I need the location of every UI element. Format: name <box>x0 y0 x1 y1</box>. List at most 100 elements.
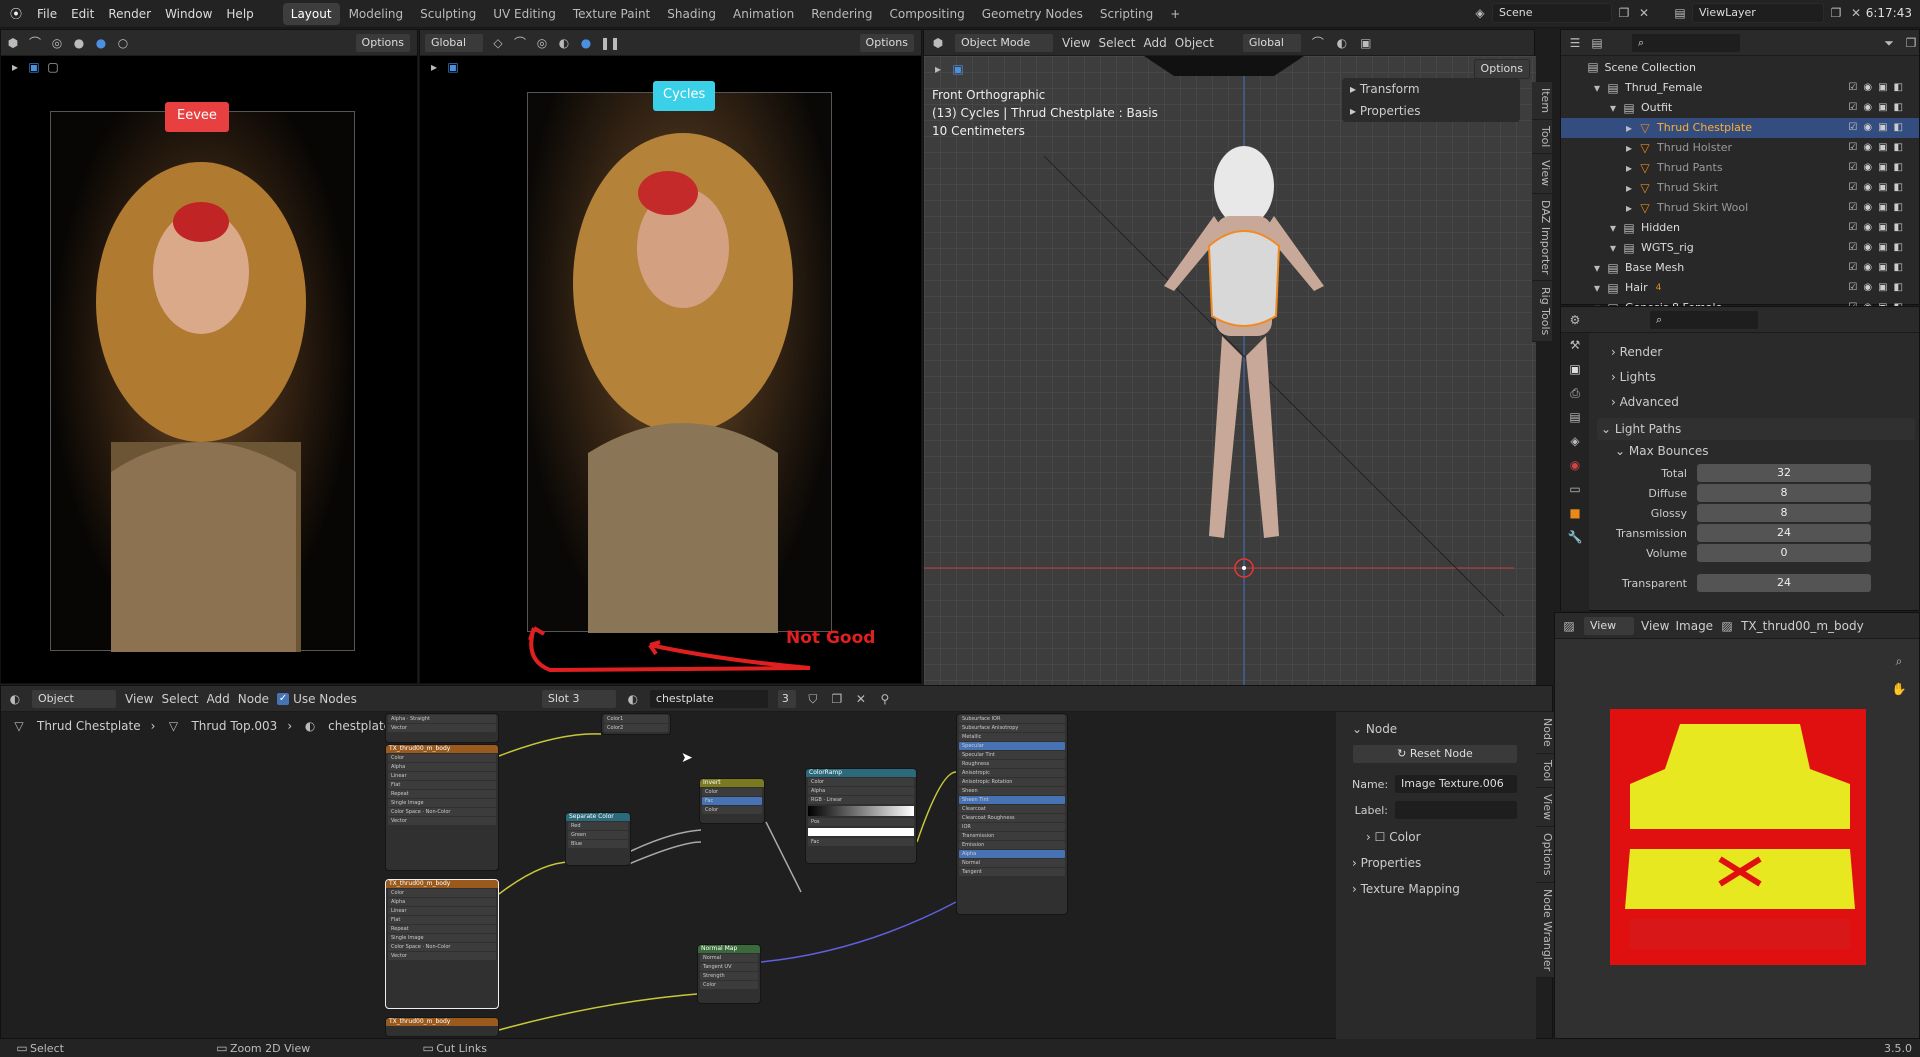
material-icon[interactable]: ◐ <box>625 691 641 707</box>
tab-tool[interactable]: Tool <box>1532 120 1552 155</box>
tab-scripting[interactable]: Scripting <box>1092 3 1161 25</box>
visibility-toggles[interactable]: ☑◉▣◧ <box>1848 158 1909 178</box>
color-ramp-node[interactable]: ColorRamp Color Alpha RGB · Linear Pos Fa… <box>805 768 917 864</box>
chevron-down-icon[interactable]: ▾ <box>1605 100 1621 116</box>
separate-color-node[interactable]: Separate Color Red Green Blue <box>565 812 631 866</box>
bounce-field-value[interactable]: 24 <box>1697 524 1871 542</box>
section-lights[interactable]: › Lights <box>1597 366 1915 388</box>
bounce-field-value[interactable]: 0 <box>1697 544 1871 562</box>
tab-node-wrangler[interactable]: Node Wrangler <box>1536 882 1554 978</box>
new-view-layer-icon[interactable]: ❐ <box>1828 5 1844 21</box>
modifier-tab-icon[interactable]: 🔧 <box>1567 529 1583 545</box>
menu-object[interactable]: Object <box>1175 36 1214 50</box>
node-editor[interactable]: ◐ Object View Select Add Node ✓ Use Nodes… <box>0 685 1554 1040</box>
chevron-down-icon[interactable]: ▾ <box>1605 220 1621 236</box>
3d-viewport[interactable]: ⬢ Object Mode View Select Add Object Glo… <box>923 29 1552 685</box>
tab-shading[interactable]: Shading <box>659 3 724 25</box>
visibility-toggles[interactable]: ☑◉▣◧ <box>1848 238 1909 258</box>
select-box-icon[interactable]: ▣ <box>445 59 461 75</box>
outliner-item[interactable]: ▾ ▤ WGTS_rig ☑◉▣◧ <box>1561 238 1919 258</box>
tab-view[interactable]: View <box>1536 788 1554 828</box>
shader-type-dropdown[interactable]: Object <box>31 688 117 709</box>
chevron-right-icon[interactable]: ▸ <box>1621 180 1637 196</box>
render-tab-icon[interactable]: ▣ <box>1567 361 1583 377</box>
zoom-icon[interactable]: ⌕ <box>1891 653 1907 669</box>
tab-options[interactable]: Options <box>1536 827 1554 883</box>
image-editor[interactable]: ▨ View View Image ▨ TX_thrud00_m_body ⌕ … <box>1554 612 1920 1039</box>
menu-add[interactable]: Add <box>1144 36 1167 50</box>
mode-dropdown[interactable]: Object Mode <box>954 32 1054 53</box>
outliner-item[interactable]: ▾ ▤ Thrud_Female ☑◉▣◧ <box>1561 78 1919 98</box>
view-layer-tab-icon[interactable]: ▤ <box>1567 409 1583 425</box>
menu-edit[interactable]: Edit <box>64 0 101 28</box>
tab-texture-paint[interactable]: Texture Paint <box>565 3 658 25</box>
editor-type-icon[interactable]: ⬢ <box>5 35 21 51</box>
image-texture-node-bottom[interactable]: TX_thrud00_m_body <box>385 1017 499 1037</box>
section-light-paths[interactable]: ⌄ Light Paths <box>1597 418 1915 440</box>
menu-help[interactable]: Help <box>219 0 260 28</box>
ramp-color-swatch[interactable] <box>808 828 914 836</box>
tab-tool[interactable]: Tool <box>1536 753 1554 789</box>
mix-node[interactable]: Color1 Color2 <box>601 713 671 735</box>
proportional-icon[interactable]: ◎ <box>534 35 550 51</box>
outliner-item[interactable]: ▸ ▽ Thrud Chestplate ☑◉▣◧ <box>1561 118 1919 138</box>
bounce-field-value[interactable]: 8 <box>1697 484 1871 502</box>
tab-modeling[interactable]: Modeling <box>341 3 412 25</box>
menu-select[interactable]: Select <box>161 692 198 706</box>
delete-view-layer-icon[interactable]: ✕ <box>1848 5 1864 21</box>
n-panel-transform[interactable]: ▸ Transform <box>1342 78 1520 100</box>
slot-dropdown[interactable]: Slot 3 <box>540 688 617 709</box>
n-panel-properties[interactable]: ▸ Properties <box>1342 100 1520 122</box>
view-layer-field[interactable]: ViewLayer <box>1692 3 1824 23</box>
select-tool-icon[interactable]: ▸ <box>7 59 23 75</box>
tab-item[interactable]: Item <box>1532 82 1552 121</box>
section-render[interactable]: › Render <box>1597 341 1915 363</box>
editor-type-icon[interactable]: ⚙ <box>1567 312 1583 328</box>
pin-icon[interactable]: ⚲ <box>877 691 893 707</box>
editor-type-icon[interactable]: ⬢ <box>930 35 946 51</box>
shading-material-icon[interactable]: ● <box>93 35 109 51</box>
outliner-item[interactable]: ▾ ▤ Base Mesh ☑◉▣◧ <box>1561 258 1919 278</box>
chevron-right-icon[interactable]: ▸ <box>1621 160 1637 176</box>
section-max-bounces[interactable]: ⌄ Max Bounces <box>1597 440 1915 462</box>
add-workspace-button[interactable]: + <box>1162 3 1188 25</box>
collection-tab-icon[interactable]: ▭ <box>1567 481 1583 497</box>
tab-compositing[interactable]: Compositing <box>881 3 972 25</box>
principled-bsdf-node[interactable]: Subsurface IOR Subsurface Anisotropy Meta… <box>956 713 1068 915</box>
pivot-icon[interactable]: ◇ <box>490 35 506 51</box>
visibility-toggles[interactable]: ☑◉▣◧ <box>1848 78 1909 98</box>
shading-solid-icon[interactable]: ● <box>71 35 87 51</box>
image-texture-node[interactable]: TX_thrud00_m_body Color Alpha Linear Flat … <box>385 744 499 871</box>
editor-type-icon[interactable]: ☰ <box>1567 35 1583 51</box>
unlink-icon[interactable]: ✕ <box>853 691 869 707</box>
view-mode-dropdown[interactable]: View <box>1583 615 1635 636</box>
shading-rendered-icon[interactable]: ○ <box>115 35 131 51</box>
tab-rendering[interactable]: Rendering <box>803 3 880 25</box>
scene-tab-icon[interactable]: ◈ <box>1567 433 1583 449</box>
visibility-toggles[interactable]: ☑◉▣◧ <box>1848 218 1909 238</box>
menu-image[interactable]: Image <box>1675 619 1713 633</box>
pan-hand-icon[interactable]: ✋ <box>1891 681 1907 697</box>
ramp-gradient[interactable] <box>808 806 914 816</box>
cycles-viewport[interactable]: Global ◇ ⌒ ◎ ◐ ● ❚❚ Options ▸ ▣ Cycles N… <box>419 29 922 684</box>
bounce-field-value[interactable]: 24 <box>1697 574 1871 592</box>
image-texture-node-selected[interactable]: TX_thrud00_m_body Color Alpha Linear Flat … <box>385 879 499 1009</box>
editor-type-icon[interactable]: ◐ <box>7 691 23 707</box>
xray-icon[interactable]: ▣ <box>1358 35 1374 51</box>
color-subsection[interactable]: › ☐ Color <box>1336 826 1536 848</box>
menu-window[interactable]: Window <box>158 0 219 28</box>
world-tab-icon[interactable]: ◉ <box>1567 457 1583 473</box>
visibility-toggles[interactable]: ☑◉▣◧ <box>1848 198 1909 218</box>
proportional-icon[interactable]: ◎ <box>49 35 65 51</box>
fake-user-icon[interactable]: ⛉ <box>805 691 821 707</box>
chevron-right-icon[interactable]: ▸ <box>1621 200 1637 216</box>
tab-daz-importer[interactable]: DAZ Importer <box>1532 193 1552 282</box>
select-tool-icon[interactable]: ▸ <box>426 59 442 75</box>
menu-file[interactable]: File <box>30 0 64 28</box>
tool-tab-icon[interactable]: ⚒ <box>1567 337 1583 353</box>
tab-rig-tools[interactable]: Rig Tools <box>1532 281 1552 343</box>
visibility-toggles[interactable]: ☑◉▣◧ <box>1848 98 1909 118</box>
outliner-item[interactable]: ▸ ▽ Thrud Skirt ☑◉▣◧ <box>1561 178 1919 198</box>
outliner-item[interactable]: ▸ ▽ Thrud Pants ☑◉▣◧ <box>1561 158 1919 178</box>
menu-node[interactable]: Node <box>238 692 269 706</box>
